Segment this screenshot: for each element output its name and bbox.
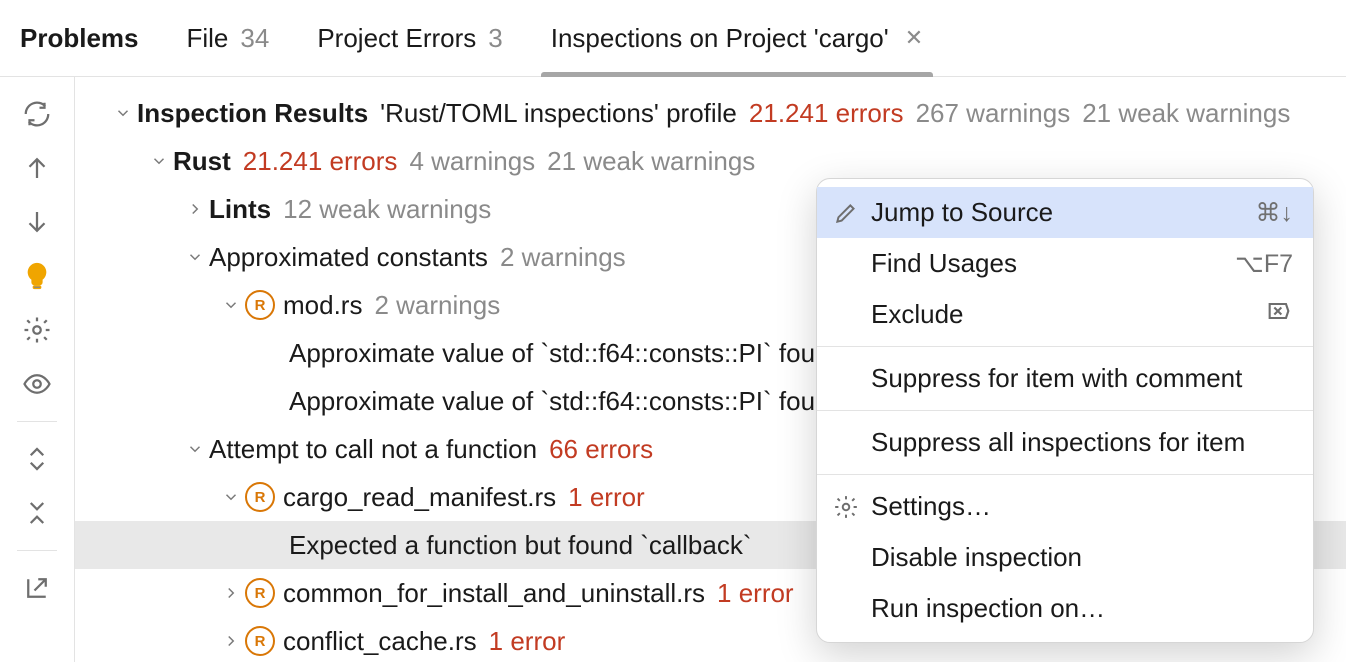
rust-file-icon: R <box>245 578 275 608</box>
root-weak: 21 weak warnings <box>1082 98 1290 129</box>
rust-file-icon: R <box>245 626 275 656</box>
export-button[interactable] <box>14 565 60 611</box>
modrs-detail: 2 warnings <box>374 290 500 321</box>
chevron-down-icon[interactable] <box>217 488 245 506</box>
menu-separator <box>817 474 1313 475</box>
lightbulb-icon <box>22 261 52 291</box>
menu-jump-to-source[interactable]: Jump to Source ⌘↓ <box>817 187 1313 238</box>
finding-text: Approximate value of `std::f64::consts::… <box>289 338 844 369</box>
menu-suppress-all[interactable]: Suppress all inspections for item <box>817 417 1313 468</box>
side-toolbar <box>0 77 75 662</box>
root-warnings: 267 warnings <box>916 98 1071 129</box>
root-title: Inspection Results <box>137 98 368 129</box>
rust-errors: 21.241 errors <box>243 146 398 177</box>
tree-root[interactable]: Inspection Results 'Rust/TOML inspection… <box>75 89 1346 137</box>
modrs-label: mod.rs <box>283 290 362 321</box>
menu-shortcut: ⌥F7 <box>1235 249 1293 279</box>
finding-text: Expected a function but found `callback` <box>289 530 752 561</box>
export-icon <box>22 573 52 603</box>
arrow-down-icon <box>22 207 52 237</box>
collapse-icon <box>22 498 52 528</box>
tab-label: Project Errors <box>317 23 476 54</box>
file-detail: 1 error <box>568 482 645 513</box>
file-label: conflict_cache.rs <box>283 626 477 657</box>
gear-icon <box>22 315 52 345</box>
root-errors: 21.241 errors <box>749 98 904 129</box>
menu-separator <box>817 346 1313 347</box>
preview-button[interactable] <box>14 361 60 407</box>
menu-settings[interactable]: Settings… <box>817 481 1313 532</box>
file-detail: 1 error <box>489 626 566 657</box>
menu-shortcut: ⌘↓ <box>1256 198 1294 228</box>
gear-icon <box>833 494 871 520</box>
toolbar-divider <box>17 421 57 422</box>
expand-all-button[interactable] <box>14 436 60 482</box>
rust-warnings: 4 warnings <box>409 146 535 177</box>
chevron-down-icon[interactable] <box>181 248 209 266</box>
approx-label: Approximated constants <box>209 242 488 273</box>
lints-detail: 12 weak warnings <box>283 194 491 225</box>
tab-project-errors[interactable]: Project Errors 3 <box>317 0 502 76</box>
tab-label: Inspections on Project 'cargo' <box>551 23 889 54</box>
menu-run-inspection[interactable]: Run inspection on… <box>817 583 1313 634</box>
menu-label: Run inspection on… <box>871 593 1293 624</box>
pencil-icon <box>833 200 871 226</box>
tab-problems[interactable]: Problems <box>20 0 139 76</box>
rust-file-icon: R <box>245 482 275 512</box>
menu-suppress-item[interactable]: Suppress for item with comment <box>817 353 1313 404</box>
lints-label: Lints <box>209 194 271 225</box>
menu-label: Suppress for item with comment <box>871 363 1293 394</box>
tab-file[interactable]: File 34 <box>187 0 270 76</box>
menu-disable-inspection[interactable]: Disable inspection <box>817 532 1313 583</box>
rust-weak: 21 weak warnings <box>547 146 755 177</box>
menu-find-usages[interactable]: Find Usages ⌥F7 <box>817 238 1313 289</box>
exclude-icon <box>1265 297 1293 332</box>
arrow-up-icon <box>22 153 52 183</box>
menu-label: Jump to Source <box>871 197 1256 228</box>
tab-count: 3 <box>488 23 502 54</box>
close-icon[interactable]: ✕ <box>905 25 923 51</box>
attempt-detail: 66 errors <box>549 434 653 465</box>
rust-label: Rust <box>173 146 231 177</box>
prev-button[interactable] <box>14 145 60 191</box>
expand-icon <box>22 444 52 474</box>
finding-text: Approximate value of `std::f64::consts::… <box>289 386 844 417</box>
chevron-right-icon[interactable] <box>217 632 245 650</box>
eye-icon <box>22 369 52 399</box>
chevron-down-icon[interactable] <box>181 440 209 458</box>
tab-label: File <box>187 23 229 54</box>
file-label: common_for_install_and_uninstall.rs <box>283 578 705 609</box>
chevron-right-icon[interactable] <box>181 200 209 218</box>
attempt-label: Attempt to call not a function <box>209 434 537 465</box>
file-detail: 1 error <box>717 578 794 609</box>
intention-button[interactable] <box>14 253 60 299</box>
refresh-button[interactable] <box>14 91 60 137</box>
root-profile: 'Rust/TOML inspections' profile <box>380 98 737 129</box>
menu-separator <box>817 410 1313 411</box>
menu-label: Settings… <box>871 491 1293 522</box>
next-button[interactable] <box>14 199 60 245</box>
settings-button[interactable] <box>14 307 60 353</box>
chevron-down-icon[interactable] <box>217 296 245 314</box>
menu-label: Suppress all inspections for item <box>871 427 1293 458</box>
rust-file-icon: R <box>245 290 275 320</box>
refresh-icon <box>22 99 52 129</box>
context-menu: Jump to Source ⌘↓ Find Usages ⌥F7 Exclud… <box>816 178 1314 643</box>
collapse-all-button[interactable] <box>14 490 60 536</box>
chevron-down-icon[interactable] <box>109 104 137 122</box>
tab-label: Problems <box>20 23 139 54</box>
toolbar-divider <box>17 550 57 551</box>
tabs-bar: Problems File 34 Project Errors 3 Inspec… <box>0 0 1346 77</box>
chevron-down-icon[interactable] <box>145 152 173 170</box>
menu-label: Find Usages <box>871 248 1235 279</box>
menu-label: Exclude <box>871 299 1265 330</box>
tab-count: 34 <box>240 23 269 54</box>
chevron-right-icon[interactable] <box>217 584 245 602</box>
menu-exclude[interactable]: Exclude <box>817 289 1313 340</box>
file-label: cargo_read_manifest.rs <box>283 482 556 513</box>
approx-detail: 2 warnings <box>500 242 626 273</box>
tab-inspections[interactable]: Inspections on Project 'cargo' ✕ <box>551 0 923 76</box>
menu-label: Disable inspection <box>871 542 1293 573</box>
